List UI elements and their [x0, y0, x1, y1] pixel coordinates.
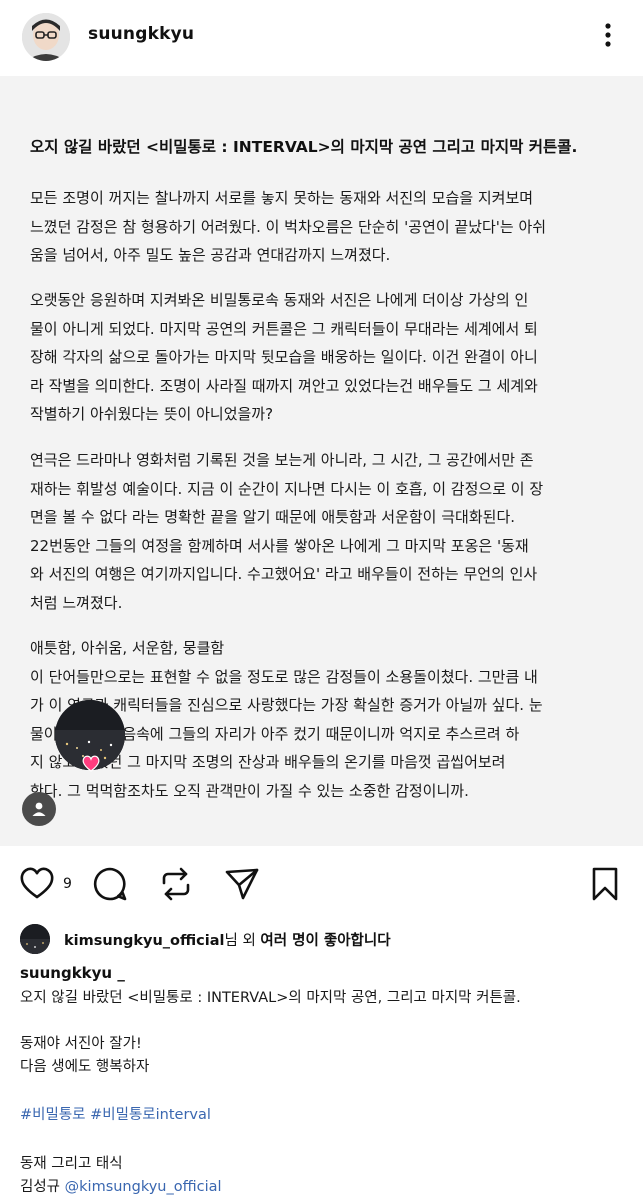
text-line: 연극은 드라마나 영화처럼 기록된 것을 보는게 아니라, 그 시간, 그 공간…: [30, 451, 534, 469]
text-line: 오랫동안 응원하며 지켜봐온 비밀통로속 동재와 서진은 나에게 더이상 가상의…: [30, 291, 529, 309]
post-header: suungkkyu: [0, 0, 643, 72]
post-title: 오지 않길 바랐던 <비밀통로 : INTERVAL>의 마지막 공연 그리고 …: [30, 138, 578, 156]
liked-by-others[interactable]: 여러 명이 좋아합니다: [260, 933, 390, 949]
like-count[interactable]: 9: [63, 876, 72, 892]
text-line: 와 서진의 여행은 여기까지입니다. 수고했어요' 라고 배우들이 전하는 무언…: [30, 565, 538, 583]
bookmark-icon[interactable]: [590, 866, 620, 906]
liked-by-avatar[interactable]: [20, 924, 50, 954]
liked-by-suffix: 님 외: [224, 933, 261, 949]
repost-icon[interactable]: [158, 866, 194, 906]
caption-mention[interactable]: @kimsungkyu_official: [65, 1179, 222, 1195]
text-line: 라 작별을 의미한다. 조명이 사라질 때까지 껴안고 있었다는건 배우들도 그…: [30, 376, 538, 395]
like-icon[interactable]: [18, 866, 56, 904]
liked-by-row[interactable]: kimsungkyu_official님 외 여러 명이 좋아합니다: [20, 922, 640, 954]
text-line: 모든 조명이 꺼지는 찰나까지 서로를 놓지 못하는 동재와 서진의 모습을 지…: [30, 189, 534, 207]
more-options-icon[interactable]: [598, 18, 618, 52]
caption-line: 동재야 서진아 잘가!: [20, 1036, 142, 1052]
text-line: 22번동안 그들의 여정을 함께하며 서사를 쌓아온 나에게 그 마지막 포옹은…: [30, 536, 529, 555]
text-line: 작별하기 아쉬웠다는 뜻이 아니었을까?: [30, 405, 274, 423]
tagged-people-icon[interactable]: [22, 792, 56, 826]
username[interactable]: suungkkyu: [88, 24, 194, 44]
share-icon[interactable]: [224, 866, 260, 906]
caption-mention-line: 김성규 @kimsungkyu_official: [20, 1177, 222, 1197]
action-bar: 9: [0, 862, 643, 906]
liked-by-username[interactable]: kimsungkyu_official: [64, 933, 225, 949]
text-line: 한다. 그 먹먹함조차도 오직 관객만이 가질 수 있는 소중한 감정이니까.: [30, 781, 469, 800]
text-line: 이 단어들만으로는 표현할 수 없을 정도로 많은 감정들이 소용돌이쳤다. 그…: [30, 667, 538, 686]
text-line: 재하는 휘발성 예술이다. 지금 이 순간이 지나면 다시는 이 호흡, 이 감…: [30, 479, 544, 498]
text-line: 면을 볼 수 없다 라는 명확한 끝을 알기 때문에 애틋함과 서운함이 극대화…: [30, 508, 516, 526]
profile-avatar[interactable]: [22, 13, 70, 61]
comment-icon[interactable]: [92, 866, 128, 906]
caption-line: 오지 않길 바랐던 <비밀통로 : INTERVAL>의 마지막 공연, 그리고…: [20, 990, 521, 1006]
post-paragraph-3: 연극은 드라마나 영화처럼 기록된 것을 보는게 아니라, 그 시간, 그 공간…: [30, 446, 620, 617]
caption-hashtags[interactable]: #비밀통로 #비밀통로interval: [20, 1105, 211, 1125]
post-paragraph-1: 모든 조명이 꺼지는 찰나까지 서로를 놓지 못하는 동재와 서진의 모습을 지…: [30, 184, 620, 270]
text-line: 물이 아니게 되었다. 마지막 공연의 커튼콜은 그 캐릭터들이 무대라는 세계…: [30, 319, 538, 338]
text-line: 움을 넘어서, 아주 밀도 높은 공감과 연대감까지 느껴졌다.: [30, 246, 391, 264]
text-line: 애틋함, 아쉬움, 서운함, 뭉클함: [30, 639, 225, 657]
caption-line: 다음 생에도 행복하자: [20, 1059, 150, 1075]
text-line: 장해 각자의 삶으로 돌아가는 마지막 뒷모습을 배웅하는 일이다. 이건 완결…: [30, 348, 538, 366]
text-line: 느꼈던 감정은 참 형용하기 어려웠다. 이 벅차오름은 단순히 '공연이 끝났…: [30, 217, 547, 236]
caption-line: 동재 그리고 태식: [20, 1156, 123, 1172]
text-line: 처럼 느껴졌다.: [30, 593, 123, 612]
liked-by-text: kimsungkyu_official님 외 여러 명이 좋아합니다: [64, 929, 391, 950]
post-paragraph-2: 오랫동안 응원하며 지켜봐온 비밀통로속 동재와 서진은 나에게 더이상 가상의…: [30, 286, 620, 429]
heart-badge-icon: [80, 752, 102, 774]
caption-username[interactable]: suungkkyu _: [20, 964, 125, 982]
caption-mention-prefix: 김성규: [20, 1179, 65, 1195]
